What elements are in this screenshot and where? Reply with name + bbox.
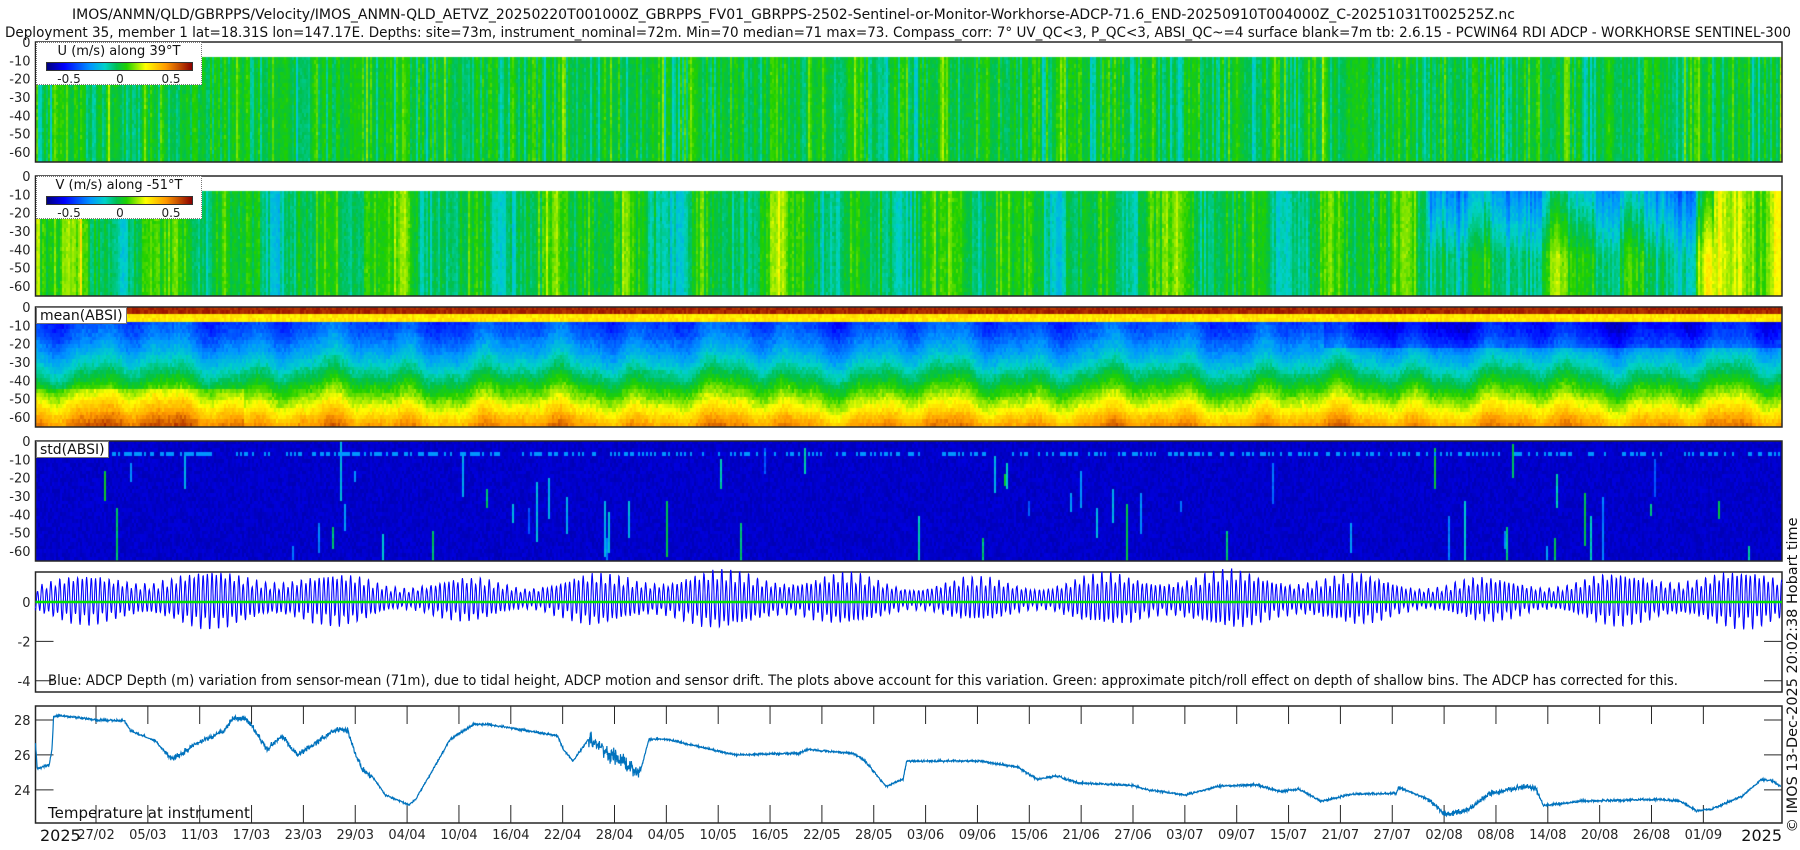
y-tick-label: 0	[22, 36, 30, 51]
x-tick-label: 27/06	[1114, 828, 1151, 843]
y-tick-label: -30	[9, 91, 30, 106]
figure-title-line1: IMOS/ANMN/QLD/GBRPPS/Velocity/IMOS_ANMN-…	[72, 7, 1515, 23]
y-tick-label: -60	[9, 280, 30, 295]
y-tick-label: -10	[9, 188, 30, 203]
x-tick-label: 08/08	[1477, 828, 1514, 843]
x-tick-label: 04/04	[388, 828, 425, 843]
x-tick-label: 03/07	[1166, 828, 1203, 843]
y-tick-label: 0	[22, 596, 30, 611]
panel-4-frame	[34, 440, 1783, 562]
y-tick-label: -10	[9, 54, 30, 69]
y-tick-label: -30	[9, 225, 30, 240]
x-tick-label: 11/03	[181, 828, 218, 843]
x-tick-label: 16/04	[492, 828, 529, 843]
x-tick-label: 15/07	[1270, 828, 1307, 843]
x-tick-label: 15/06	[1011, 828, 1048, 843]
x-tick-label: 10/04	[440, 828, 477, 843]
v-colorbar-legend: V (m/s) along -51°T -0.5 0 0.5	[36, 176, 202, 220]
x-tick-label: 28/04	[596, 828, 633, 843]
y-tick-label: -60	[9, 411, 30, 426]
y-tick-label: -20	[9, 73, 30, 88]
y-tick-label: 0	[22, 170, 30, 185]
y-tick-label: 26	[14, 749, 31, 764]
x-tick-label: 05/03	[129, 828, 166, 843]
temperature-line	[34, 713, 1782, 818]
y-tick-label: -20	[9, 472, 30, 487]
y-tick-label: -10	[9, 453, 30, 468]
x-tick-label: 04/05	[648, 828, 685, 843]
y-tick-label: -20	[9, 338, 30, 353]
u-colorbar-tick: 0	[116, 72, 124, 86]
y-tick-label: -4	[18, 675, 31, 690]
x-tick-label: 20/08	[1581, 828, 1618, 843]
y-tick-label: -60	[9, 146, 30, 161]
y-tick-label: 0	[22, 301, 30, 316]
x-year-label-left: 2025	[40, 826, 81, 845]
y-tick-label: 24	[14, 784, 31, 799]
x-tick-label: 29/03	[337, 828, 374, 843]
std-absi-label: std(ABSI)	[36, 441, 109, 458]
x-tick-label: 02/08	[1425, 828, 1462, 843]
y-tick-label: 0	[22, 435, 30, 450]
panel-2-frame	[34, 175, 1783, 297]
x-tick-label: 28/05	[855, 828, 892, 843]
x-year-label-right: 2025	[1741, 826, 1782, 845]
u-colorbar-legend: U (m/s) along 39°T -0.5 0 0.5	[36, 42, 202, 86]
y-tick-label: -50	[9, 393, 30, 408]
y-tick-label: 28	[14, 714, 31, 729]
x-tick-label: 22/05	[803, 828, 840, 843]
x-tick-label: 27/02	[77, 828, 114, 843]
x-tick-label: 21/07	[1322, 828, 1359, 843]
v-colorbar-tick: -0.5	[57, 206, 81, 220]
y-tick-label: -50	[9, 527, 30, 542]
figure-title-line2: Deployment 35, member 1 lat=18.31S lon=1…	[5, 25, 1791, 41]
x-tick-label: 09/07	[1218, 828, 1255, 843]
y-tick-label: -2	[18, 635, 31, 650]
y-tick-label: -40	[9, 243, 30, 258]
panel-1-frame	[34, 41, 1783, 163]
depth-variation-line	[35, 568, 1783, 630]
y-tick-label: -50	[9, 262, 30, 277]
panel-6-frame	[34, 705, 1783, 824]
x-tick-label: 26/08	[1633, 828, 1670, 843]
copyright-timestamp: © IMOS 13-Dec-2025 20:02:38 Hobart time	[1785, 518, 1800, 833]
y-tick-label: -50	[9, 128, 30, 143]
x-tick-label: 17/03	[233, 828, 270, 843]
temperature-annotation: Temperature at instrument	[47, 804, 250, 822]
x-tick-label: 03/06	[907, 828, 944, 843]
x-tick-label: 01/09	[1685, 828, 1722, 843]
x-tick-label: 16/05	[751, 828, 788, 843]
y-tick-label: -60	[9, 545, 30, 560]
u-colorbar-tick: 0.5	[161, 72, 181, 86]
v-colorbar-tick: 0.5	[161, 206, 181, 220]
x-tick-label: 14/08	[1529, 828, 1566, 843]
x-tick-label: 22/04	[544, 828, 581, 843]
x-tick-label: 23/03	[285, 828, 322, 843]
x-tick-label: 21/06	[1062, 828, 1099, 843]
v-legend-title: V (m/s) along -51°T	[55, 178, 183, 193]
y-tick-label: -30	[9, 356, 30, 371]
y-tick-label: -20	[9, 207, 30, 222]
u-legend-title: U (m/s) along 39°T	[57, 44, 181, 59]
panel-3-frame	[34, 306, 1783, 428]
y-tick-label: -30	[9, 490, 30, 505]
y-tick-label: -10	[9, 319, 30, 334]
y-tick-label: -40	[9, 109, 30, 124]
y-tick-label: -40	[9, 508, 30, 523]
x-tick-label: 10/05	[699, 828, 736, 843]
adcp-figure: IMOS/ANMN/QLD/GBRPPS/Velocity/IMOS_ANMN-…	[0, 0, 1800, 850]
mean-absi-label: mean(ABSI)	[36, 307, 127, 324]
v-colorbar-tick: 0	[116, 206, 124, 220]
depth-annotation: Blue: ADCP Depth (m) variation from sens…	[48, 673, 1678, 689]
axes-overlay: IMOS/ANMN/QLD/GBRPPS/Velocity/IMOS_ANMN-…	[5, 7, 1800, 845]
x-tick-label: 27/07	[1374, 828, 1411, 843]
v-colorbar	[46, 196, 193, 205]
x-tick-label: 09/06	[959, 828, 996, 843]
y-tick-label: -40	[9, 374, 30, 389]
u-colorbar	[46, 62, 193, 71]
u-colorbar-tick: -0.5	[57, 72, 81, 86]
